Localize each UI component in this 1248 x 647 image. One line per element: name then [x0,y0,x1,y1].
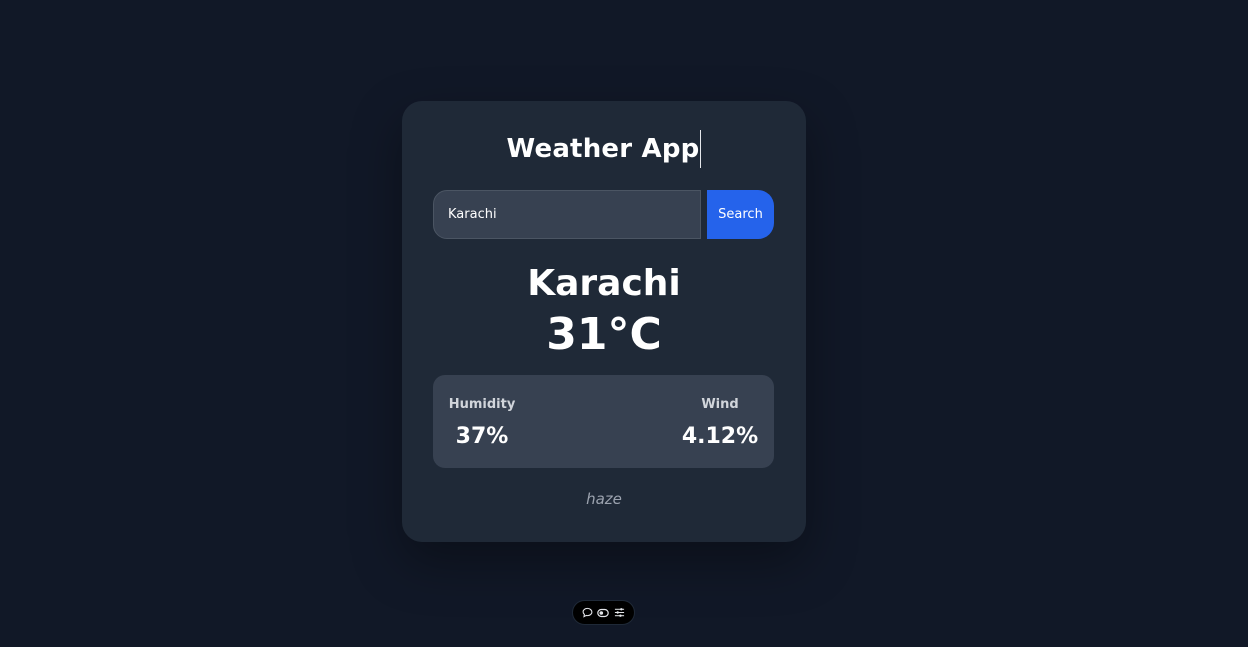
floating-toolbar [572,600,635,625]
sliders-icon[interactable] [614,607,626,619]
humidity-label: Humidity [448,397,516,412]
humidity-value: 37% [455,424,509,449]
temperature: 31°C [546,309,662,360]
weather-condition: haze [586,490,622,508]
search-bar: Search [433,190,774,239]
title-area: Weather App [402,129,806,169]
weather-card: Weather App Search Karachi 31°C Humidity… [402,101,806,542]
city-search-input[interactable] [433,190,701,239]
toggle-icon[interactable] [597,607,610,619]
city-name: Karachi [527,263,681,304]
comment-icon[interactable] [581,607,593,619]
page: Weather App Search Karachi 31°C Humidity… [0,0,1248,647]
weather-stats-panel: Humidity 37% Wind 4.12% [433,375,774,468]
text-caret [700,130,702,168]
wind-label: Wind [701,397,739,412]
wind-stat: Wind 4.12% [680,375,760,468]
humidity-stat: Humidity 37% [447,375,517,468]
search-button[interactable]: Search [707,190,774,239]
app-title: Weather App [506,134,700,164]
wind-value: 4.12% [681,424,759,449]
